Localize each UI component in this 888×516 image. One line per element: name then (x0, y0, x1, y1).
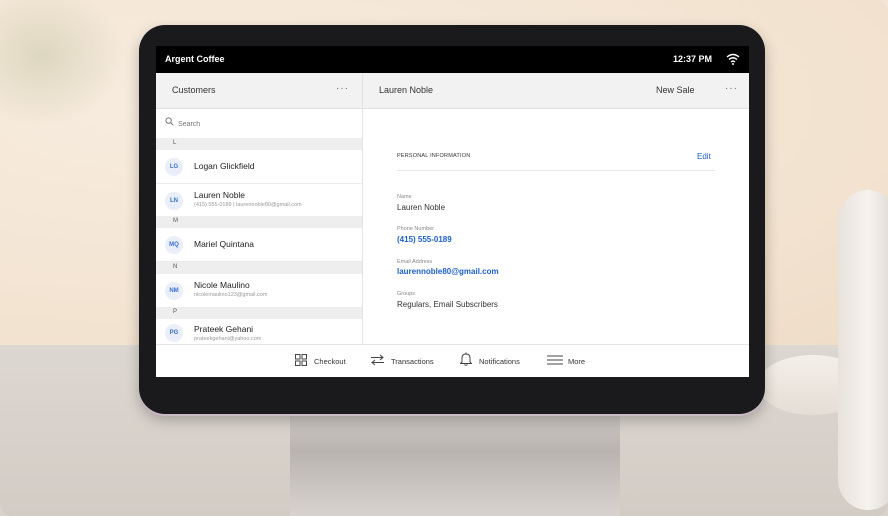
section-heading: PERSONAL INFORMATION (397, 153, 471, 159)
phone-link[interactable]: (415) 555-0189 (397, 235, 452, 244)
tablet-screen: Argent Coffee 12:37 PM Customers ··· Sea… (156, 46, 749, 377)
groups-value: Regulars, Email Subscribers (397, 300, 498, 309)
section-header-p: P (156, 307, 362, 319)
customers-more-icon[interactable]: ··· (336, 83, 349, 94)
app-name: Argent Coffee (165, 54, 225, 64)
customer-name: Nicole Maulino (194, 280, 250, 290)
tab-notifications[interactable]: Notifications (460, 345, 540, 377)
divider (397, 170, 715, 171)
customer-row-logan-glickfield[interactable]: LG Logan Glickfield (156, 150, 362, 184)
customer-search (156, 109, 362, 139)
arrows-icon (371, 354, 384, 366)
detail-more-icon[interactable]: ··· (725, 83, 738, 94)
customer-row-lauren-noble[interactable]: LN Lauren Noble (415) 555-0189 | laurenn… (156, 184, 362, 218)
tab-label: Transactions (391, 357, 434, 366)
customer-name: Lauren Noble (194, 190, 246, 200)
tab-transactions[interactable]: Transactions (370, 345, 455, 377)
clock: 12:37 PM (672, 54, 712, 64)
email-link[interactable]: laurennoble80@gmail.com (397, 267, 499, 276)
customer-detail-pane: Lauren Noble New Sale ··· PERSONAL INFOR… (363, 73, 749, 344)
tab-label: More (568, 357, 586, 366)
customers-pane: Customers ··· L LG Logan Glickfield LN L… (156, 73, 363, 344)
section-letter: M (173, 218, 178, 224)
tab-checkout[interactable]: Checkout (295, 345, 355, 377)
grid-icon (295, 354, 307, 366)
customer-row-nicole-maulino[interactable]: NM Nicole Maulino nicolemaulino123@gmail… (156, 274, 362, 308)
avatar: NM (165, 282, 183, 300)
search-icon (165, 117, 174, 126)
search-input[interactable] (178, 117, 348, 131)
avatar: LN (165, 192, 183, 210)
section-header-m: M (156, 216, 362, 228)
device-stand (290, 408, 620, 516)
background-vase (838, 190, 888, 510)
customers-title: Customers (172, 85, 216, 95)
avatar: MQ (165, 236, 183, 254)
customer-contact: nicolemaulino123@gmail.com (194, 292, 268, 298)
background-plant (0, 0, 140, 140)
bottom-tab-bar: Checkout Transactions Notifications More (156, 344, 749, 377)
name-label: Name (397, 194, 412, 200)
section-letter: P (173, 309, 178, 315)
menu-icon (547, 355, 563, 365)
customer-name: Prateek Gehani (194, 324, 254, 334)
email-label: Email Address (397, 259, 433, 265)
section-header-l: L (156, 138, 362, 150)
photo-frame: Argent Coffee 12:37 PM Customers ··· Sea… (0, 0, 888, 516)
bell-icon (460, 352, 472, 366)
tab-label: Checkout (314, 357, 346, 366)
customer-name: Logan Glickfield (194, 161, 255, 171)
customer-contact: (415) 555-0189 | laurennoble80@gmail.com (194, 202, 302, 208)
detail-header: Lauren Noble New Sale ··· (363, 73, 749, 109)
customer-contact: prateekgehani@yahoo.com (194, 336, 262, 342)
wifi-icon (726, 53, 740, 65)
customer-name: Mariel Quintana (194, 239, 255, 249)
detail-title: Lauren Noble (379, 85, 434, 95)
section-letter: L (173, 140, 177, 146)
tab-label: Notifications (479, 357, 520, 366)
new-sale-button[interactable]: New Sale (656, 85, 695, 95)
status-bar: Argent Coffee 12:37 PM (156, 46, 749, 73)
section-header-n: N (156, 262, 362, 274)
avatar: LG (165, 158, 183, 176)
customers-header: Customers ··· (156, 73, 362, 109)
section-letter: N (173, 264, 178, 270)
name-value: Lauren Noble (397, 203, 446, 212)
avatar: PG (165, 324, 183, 342)
groups-label: Groups (397, 291, 416, 297)
phone-label: Phone Number (397, 226, 434, 232)
tab-more[interactable]: More (547, 345, 597, 377)
customer-row-mariel-quintana[interactable]: MQ Mariel Quintana (156, 228, 362, 262)
detail-card: PERSONAL INFORMATION Edit Name Lauren No… (363, 109, 749, 344)
edit-button[interactable]: Edit (697, 152, 711, 161)
